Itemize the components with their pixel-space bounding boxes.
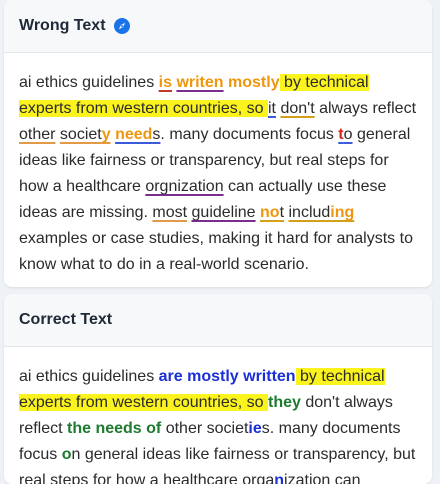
error-word[interactable]: is xyxy=(159,74,172,91)
correct-text-card: Correct Text ai ethics guidelines are mo… xyxy=(4,294,432,484)
error-word-part: no xyxy=(260,204,280,221)
error-word-part: societ xyxy=(59,126,102,143)
error-letter[interactable]: o xyxy=(344,126,353,143)
error-word[interactable]: needs xyxy=(115,126,160,143)
error-word[interactable]: including xyxy=(288,204,354,221)
error-letter: ing xyxy=(330,204,355,221)
corrected-letters: ie xyxy=(248,420,262,437)
correct-text-body: ai ethics guidelines are mostly written … xyxy=(4,347,432,484)
error-word[interactable]: society xyxy=(60,126,111,143)
error-word[interactable]: most xyxy=(152,204,187,221)
error-letter: y xyxy=(101,126,111,143)
wrong-text-card: Wrong Text ai ethics guidelines is write… xyxy=(4,0,432,287)
error-word[interactable]: writen xyxy=(176,74,223,91)
text-segment: ization can xyxy=(284,472,361,484)
error-word[interactable]: other xyxy=(19,126,55,143)
error-word-part: need xyxy=(115,126,153,143)
error-word[interactable]: orgnization xyxy=(145,178,223,195)
corrected-phrase: the needs of xyxy=(67,420,162,437)
error-word-part: includ xyxy=(288,204,331,221)
text-segment: examples or case studies, making it hard… xyxy=(19,230,413,273)
corrected-phrase: they xyxy=(267,394,301,411)
text-segment: . many documents focus xyxy=(160,126,339,143)
text-segment: ai ethics guidelines xyxy=(19,74,159,91)
wrong-text-header: Wrong Text xyxy=(4,0,432,53)
wrong-text-body: ai ethics guidelines is writen mostly by… xyxy=(4,53,432,278)
correct-text-title: Correct Text xyxy=(19,311,113,328)
compass-icon[interactable] xyxy=(113,18,130,34)
error-word[interactable]: not xyxy=(260,204,284,221)
error-word[interactable]: mostly xyxy=(228,74,280,91)
corrected-letters: n xyxy=(274,472,285,484)
correct-text-header: Correct Text xyxy=(4,294,432,347)
error-word[interactable]: it xyxy=(268,100,276,117)
wrong-text-title: Wrong Text xyxy=(19,17,106,34)
error-word[interactable]: guideline xyxy=(192,204,256,221)
corrected-letters: o xyxy=(61,446,72,463)
corrected-phrase: are mostly written xyxy=(158,368,296,385)
text-segment: always reflect xyxy=(314,100,417,117)
error-word[interactable]: don't xyxy=(280,100,314,117)
text-segment: ai ethics guidelines xyxy=(19,368,159,385)
text-segment: other societ xyxy=(161,420,249,437)
